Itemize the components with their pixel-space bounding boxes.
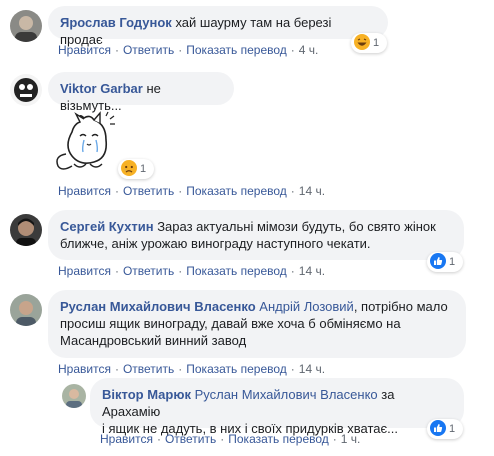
like-link[interactable]: Нравится: [58, 184, 111, 198]
avatar[interactable]: [10, 294, 42, 326]
haha-icon: [354, 33, 370, 53]
reaction-badge[interactable]: 1: [118, 159, 154, 179]
comment-actions: Нравится · Ответить · Показать перевод · 4 ч.: [58, 43, 319, 57]
reaction-badge[interactable]: 1: [427, 252, 463, 272]
timestamp[interactable]: 14 ч.: [299, 362, 325, 376]
mention-link[interactable]: Андрій Лозовий: [259, 299, 354, 314]
like-link[interactable]: Нравится: [100, 432, 153, 446]
sad-icon: [121, 159, 137, 179]
like-link[interactable]: Нравится: [58, 362, 111, 376]
crying-cat-sticker[interactable]: [50, 110, 122, 176]
reaction-count: 1: [449, 256, 456, 268]
reaction-count: 1: [373, 37, 380, 49]
translate-link[interactable]: Показать перевод: [186, 362, 287, 376]
like-link[interactable]: Нравится: [58, 264, 111, 278]
comment-text: Масандровський винний завод: [60, 333, 247, 348]
avatar[interactable]: [10, 214, 42, 246]
avatar[interactable]: [10, 10, 42, 42]
comment-text: ближче, аніж урожаю винограду наступного…: [60, 236, 371, 251]
comment-text: просиш ящик винограду, давай вже хоча б …: [60, 316, 401, 331]
reaction-badge[interactable]: 1: [427, 419, 463, 439]
comment-actions: Нравится · Ответить · Показать перевод · 1 ч.: [100, 432, 361, 446]
like-icon: [430, 419, 446, 439]
translate-link[interactable]: Показать перевод: [186, 184, 287, 198]
comment-author[interactable]: Viktor Garbar: [60, 81, 143, 96]
like-icon: [430, 252, 446, 272]
comment-actions: Нравится · Ответить · Показать перевод · 14 ч.: [58, 264, 326, 278]
comment-author[interactable]: Сергей Кухтин: [60, 219, 154, 234]
avatar[interactable]: [10, 74, 42, 106]
comment-actions: Нравится · Ответить · Показать перевод · 14 ч.: [58, 362, 326, 376]
reaction-count: 1: [449, 423, 456, 435]
reply-link[interactable]: Ответить: [165, 432, 216, 446]
comment-bubble: Ярослав Годунок хай шаурму там на березі…: [48, 6, 388, 47]
mention-link[interactable]: Руслан Михайлович Власенко: [195, 387, 378, 402]
reply-link[interactable]: Ответить: [123, 362, 174, 376]
reply-link[interactable]: Ответить: [123, 184, 174, 198]
comment-author[interactable]: Ярослав Годунок: [60, 15, 172, 30]
reaction-badge[interactable]: 1: [351, 33, 387, 53]
timestamp[interactable]: 1 ч.: [341, 432, 361, 446]
translate-link[interactable]: Показать перевод: [228, 432, 329, 446]
comment-author[interactable]: Руслан Михайлович Власенко: [60, 299, 256, 314]
comment-bubble: Руслан Михайлович Власенко Андрій Лозови…: [48, 290, 466, 358]
comment-text: , потрібно мало: [353, 299, 448, 314]
avatar[interactable]: [62, 384, 86, 408]
comment-bubble: Сергей Кухтин Зараз актуальні мімози буд…: [48, 210, 464, 260]
comment-bubble: Viktor Garbar не візьмуть...: [48, 72, 234, 113]
timestamp[interactable]: 14 ч.: [299, 264, 325, 278]
reply-link[interactable]: Ответить: [123, 43, 174, 57]
comment-actions: Нравится · Ответить · Показать перевод · 14 ч.: [58, 184, 326, 198]
comment-author[interactable]: Віктор Марюк: [102, 387, 191, 402]
reaction-count: 1: [140, 163, 147, 175]
reply-link[interactable]: Ответить: [123, 264, 174, 278]
comment-bubble: Віктор Марюк Руслан Михайлович Власенко …: [90, 378, 464, 436]
timestamp[interactable]: 14 ч.: [299, 184, 325, 198]
translate-link[interactable]: Показать перевод: [186, 264, 287, 278]
timestamp[interactable]: 4 ч.: [299, 43, 319, 57]
translate-link[interactable]: Показать перевод: [186, 43, 287, 57]
comment-text: Зараз актуальні мімози будуть, бо свято …: [157, 219, 436, 234]
like-link[interactable]: Нравится: [58, 43, 111, 57]
